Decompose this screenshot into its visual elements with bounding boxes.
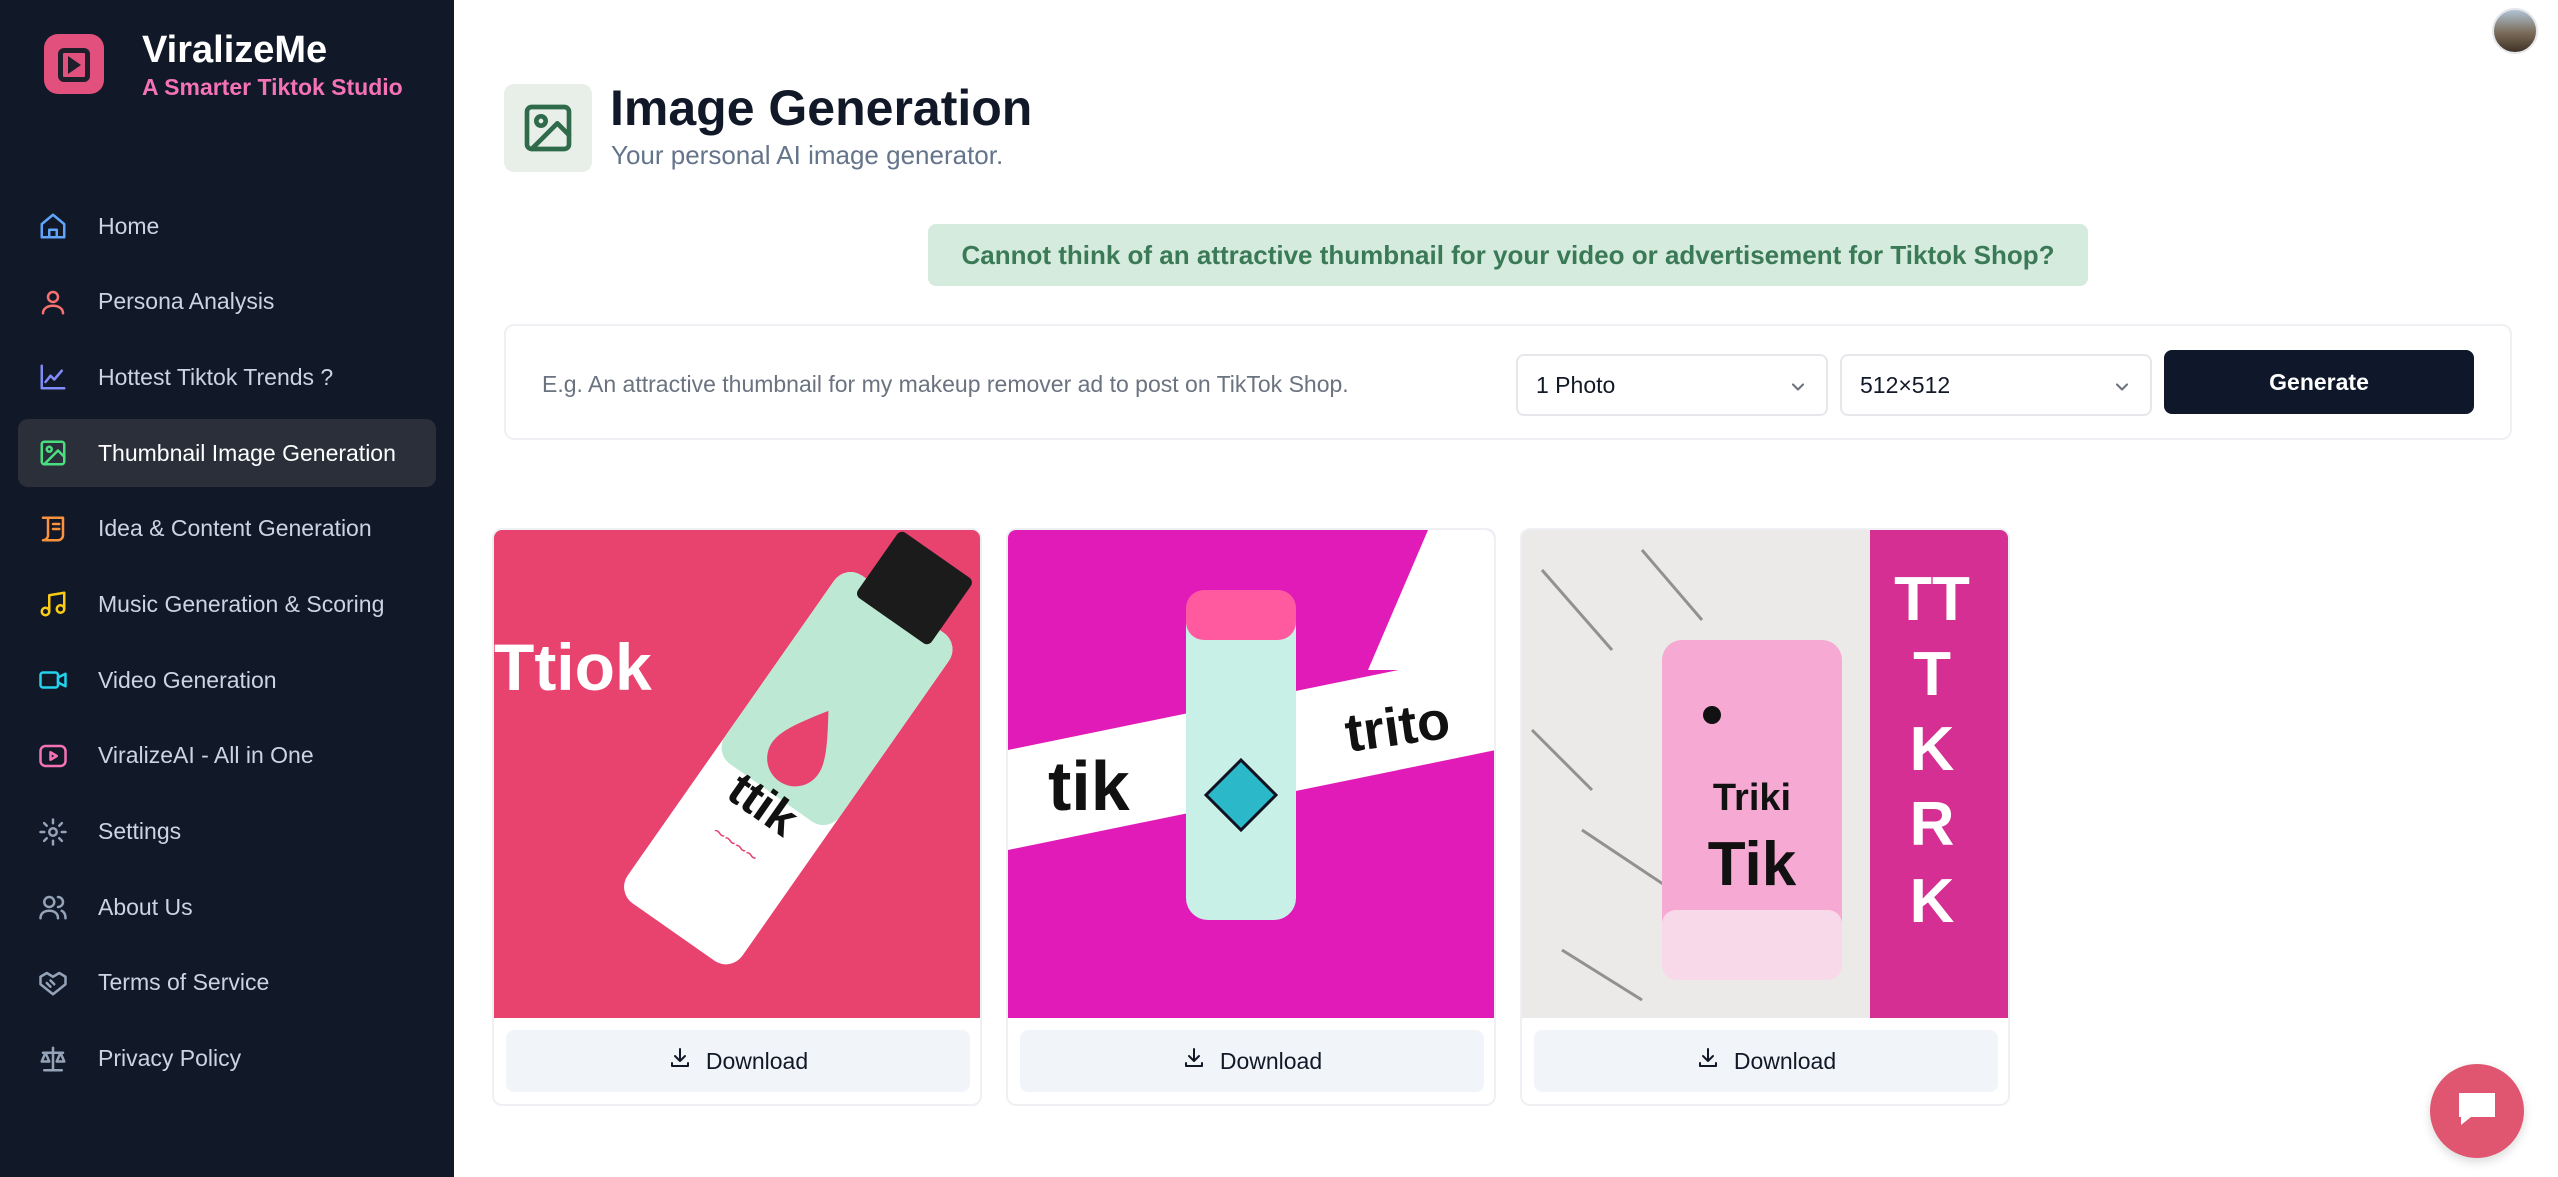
image-text: Tik [1708,830,1797,899]
chat-icon [2453,1085,2501,1138]
sidebar-item-persona-analysis[interactable]: Persona Analysis [18,268,436,336]
chevron-down-icon [2112,376,2132,403]
generated-image[interactable]: TT T K R K Triki Tik [1522,530,2008,1018]
sidebar-item-thumbnail-image-generation[interactable]: Thumbnail Image Generation [18,419,436,488]
image-text: R [1910,790,1955,859]
brand-tagline: A Smarter Tiktok Studio [142,74,403,100]
result-card: ttik ~~~~ Ttiok Download [492,528,982,1106]
image-text: tik [1048,747,1130,825]
prompt-card: 1 Photo 512×512 Generate [504,324,2512,440]
sidebar-item-label: Settings [98,818,182,844]
download-icon [1696,1046,1720,1076]
sidebar-item-label: Home [98,212,160,239]
download-button[interactable]: Download [1534,1030,1998,1092]
image-text: K [1910,715,1955,784]
download-icon [1182,1046,1206,1076]
image-text: Ttiok [494,630,652,704]
download-label: Download [1219,1047,1323,1074]
info-banner: Cannot think of an attractive thumbnail … [928,224,2088,286]
sidebar-item-home[interactable]: Home [18,192,436,260]
image-text: Triki [1713,777,1791,819]
photo-count-select[interactable]: 1 Photo [1516,354,1828,416]
download-button[interactable]: Download [1020,1030,1484,1092]
generate-button[interactable]: Generate [2164,350,2474,414]
image-text: T [1913,640,1951,709]
sidebar-nav: Home Persona Analysis Hottest Tiktok Tre… [18,192,436,1100]
user-avatar[interactable] [2492,8,2538,54]
play-icon [38,741,68,771]
sidebar-item-label: Hottest Tiktok Trends ? [98,363,334,390]
sidebar-item-video-generation[interactable]: Video Generation [18,646,436,714]
result-card: TT T K R K Triki Tik Download [1520,528,2010,1106]
sidebar-item-label: Music Generation & Scoring [98,590,385,617]
users-icon [38,892,68,922]
image-icon [38,438,68,468]
image-text: K [1910,867,1955,936]
image-size-select[interactable]: 512×512 [1840,354,2152,416]
music-icon [38,589,68,619]
sidebar-item-label: Video Generation [98,666,277,693]
download-button[interactable]: Download [506,1030,970,1092]
photo-count-value: 1 Photo [1536,371,1616,398]
sidebar-item-label: Thumbnail Image Generation [98,439,396,466]
scale-icon [38,1044,68,1074]
sidebar-item-settings[interactable]: Settings [18,798,436,866]
sidebar-item-viralizeai[interactable]: ViralizeAI - All in One [18,722,436,790]
generated-image[interactable]: ttik ~~~~ Ttiok [494,530,980,1018]
generated-image[interactable]: tik trito [1008,530,1494,1018]
image-text: TT [1894,565,1970,634]
sidebar: ViralizeMe A Smarter Tiktok Studio Home … [0,0,454,1177]
sidebar-item-label: Persona Analysis [98,288,275,315]
image-generation-header-icon [504,84,592,172]
sidebar-item-tiktok-trends[interactable]: Hottest Tiktok Trends ? [18,343,436,411]
user-icon [38,287,68,317]
sidebar-item-label: Privacy Policy [98,1045,242,1072]
result-card: tik trito Download [1006,528,1496,1106]
brand-name: ViralizeMe [142,29,328,71]
prompt-input[interactable] [542,356,1472,412]
handshake-icon [38,968,68,998]
chat-button[interactable] [2430,1064,2524,1158]
brand[interactable]: ViralizeMe A Smarter Tiktok Studio [44,28,403,102]
page-subtitle: Your personal AI image generator. [611,140,1004,170]
sidebar-item-label: Idea & Content Generation [98,515,372,542]
image-size-value: 512×512 [1860,371,1951,398]
sidebar-item-about-us[interactable]: About Us [18,873,436,941]
brand-logo-icon [44,34,104,94]
download-label: Download [1733,1047,1837,1074]
sidebar-item-music-generation[interactable]: Music Generation & Scoring [18,570,436,638]
gear-icon [38,817,68,847]
sidebar-item-privacy-policy[interactable]: Privacy Policy [18,1025,436,1093]
download-icon [668,1046,692,1076]
video-icon [38,665,68,695]
scroll-icon [38,514,68,544]
sidebar-item-idea-content-generation[interactable]: Idea & Content Generation [18,495,436,563]
download-label: Download [705,1047,809,1074]
home-icon [38,211,68,241]
sidebar-item-terms-of-service[interactable]: Terms of Service [18,949,436,1017]
sidebar-item-label: Terms of Service [98,969,270,996]
chevron-down-icon [1788,376,1808,403]
chart-icon [38,362,68,392]
page-title: Image Generation [610,80,1033,136]
sidebar-item-label: About Us [98,893,193,920]
sidebar-item-label: ViralizeAI - All in One [98,742,314,769]
